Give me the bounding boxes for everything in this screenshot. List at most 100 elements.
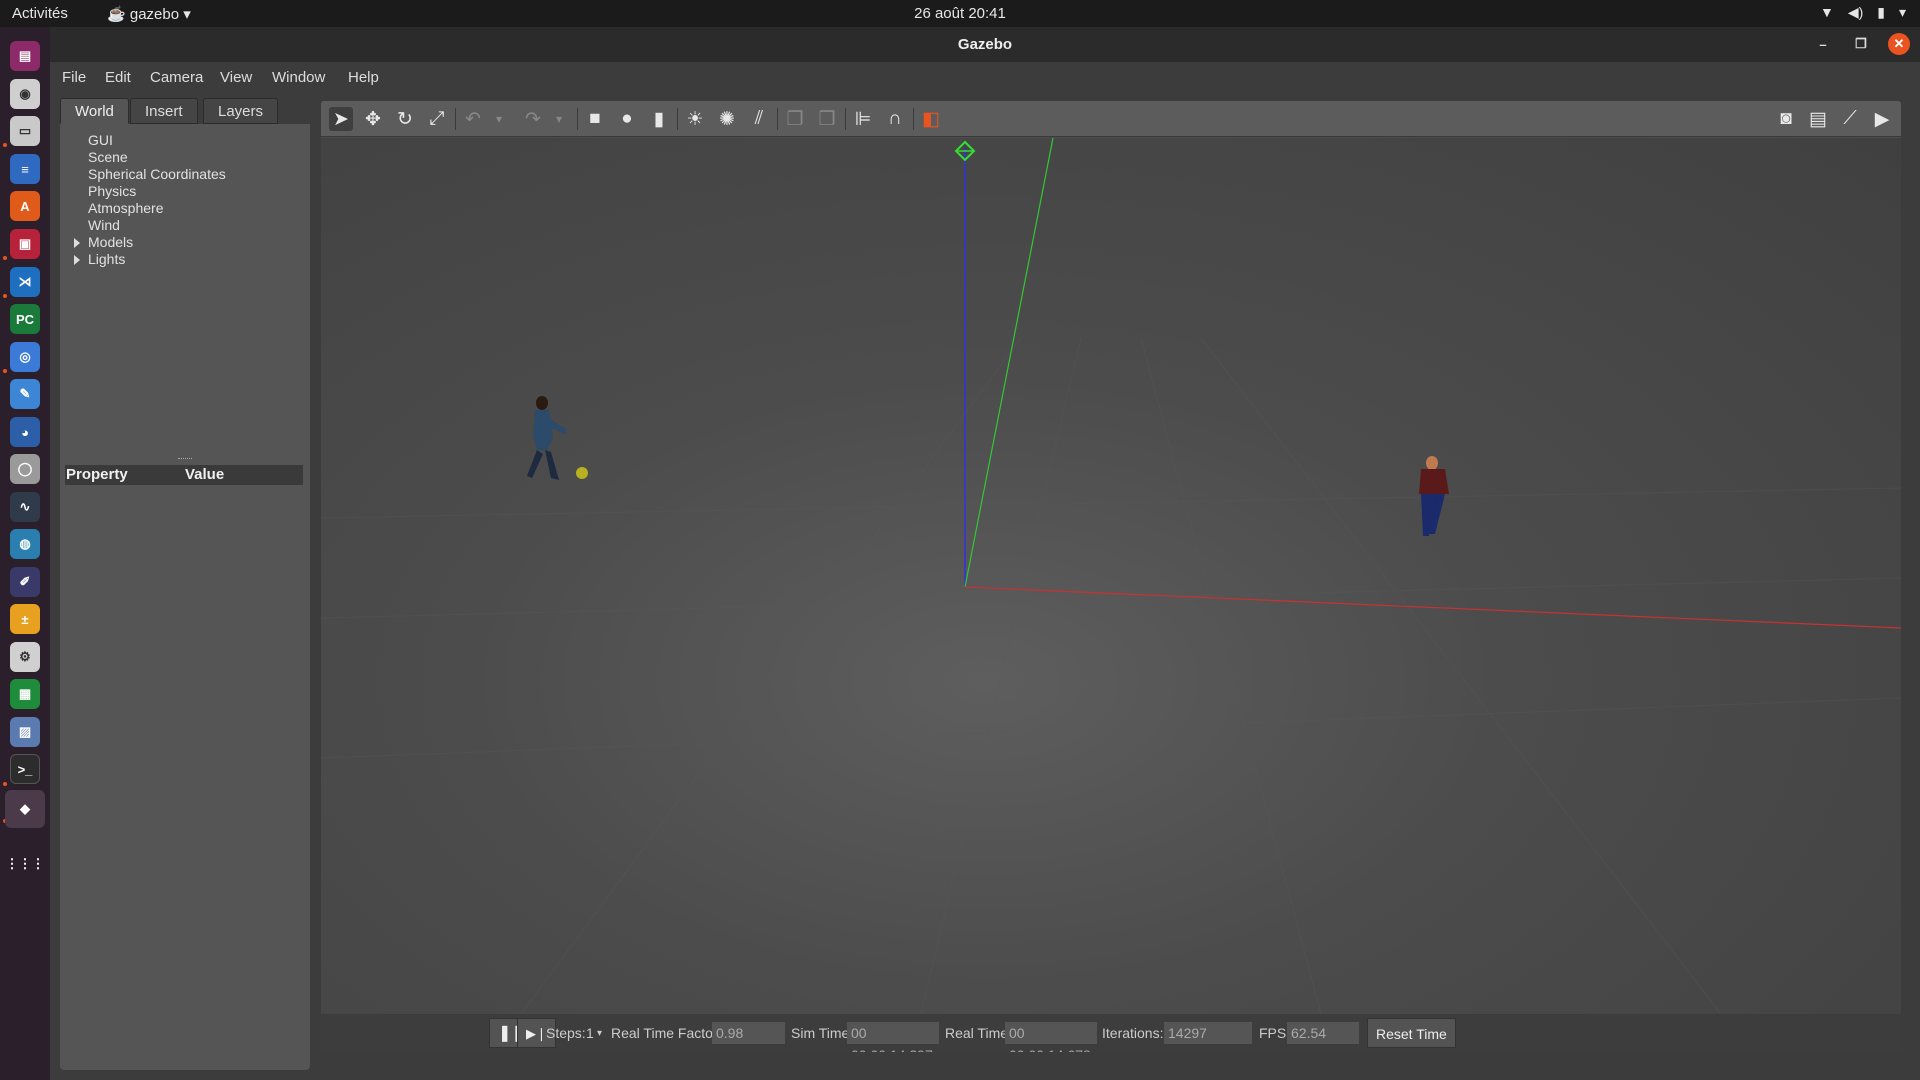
tree-item-scene[interactable]: Scene xyxy=(70,149,226,166)
terminal-icon[interactable]: >_ xyxy=(10,754,40,784)
redo-dropdown-icon[interactable]: ▾ xyxy=(547,107,571,131)
tab-layers[interactable]: Layers xyxy=(203,98,279,124)
world-tree: GUI Scene Spherical Coordinates Physics … xyxy=(70,132,226,268)
chat-icon[interactable]: ◯ xyxy=(10,454,40,484)
tree-item-models[interactable]: Models xyxy=(70,234,226,251)
actor-model-left[interactable] xyxy=(527,396,567,480)
tree-item-spherical-coordinates[interactable]: Spherical Coordinates xyxy=(70,166,226,183)
screenshot-icon[interactable]: ◙ xyxy=(1774,107,1798,131)
graphics-app-icon[interactable]: ✐ xyxy=(10,567,40,597)
menu-help[interactable]: Help xyxy=(348,69,379,86)
undo-dropdown-icon[interactable]: ▾ xyxy=(487,107,511,131)
sim-time-value: 00 00:00:14.297 xyxy=(847,1022,939,1052)
paste-icon[interactable]: ❒ xyxy=(815,107,839,131)
web-app-icon[interactable]: ◕ xyxy=(10,417,40,447)
writer-icon[interactable]: ≡ xyxy=(10,154,40,184)
network-tool-icon[interactable]: ◍ xyxy=(10,529,40,559)
point-light-icon[interactable]: ☀ xyxy=(683,107,707,131)
files-manager-icon[interactable]: ▤ xyxy=(10,41,40,71)
menu-file[interactable]: File xyxy=(62,69,86,86)
select-arrow-icon[interactable]: ➤ xyxy=(329,107,353,131)
vscode-icon[interactable]: ⋊ xyxy=(10,267,40,297)
settings-gear-icon[interactable]: ⚙ xyxy=(10,642,40,672)
app-icon: ☕ xyxy=(107,6,126,23)
y-axis-line xyxy=(964,137,1054,588)
actor-model-right[interactable] xyxy=(1419,456,1449,536)
view-angle-icon[interactable]: ◧ xyxy=(919,107,943,131)
expand-arrow-icon[interactable] xyxy=(74,238,80,248)
sim-time-label: Sim Time: xyxy=(791,1025,854,1041)
wifi-icon: ▼ xyxy=(1819,4,1834,20)
rotate-icon[interactable]: ↻ xyxy=(393,107,417,131)
box-icon[interactable]: ■ xyxy=(583,107,607,131)
tree-item-label: Spherical Coordinates xyxy=(88,166,226,182)
redo-icon[interactable]: ↷ xyxy=(521,107,545,131)
menu-edit[interactable]: Edit xyxy=(105,69,131,86)
system-monitor-icon[interactable]: ∿ xyxy=(10,492,40,522)
system-tray[interactable]: ▼ ◀) ▮ ▾ xyxy=(1820,4,1906,21)
steps-dropdown-icon[interactable]: ▾ xyxy=(597,1028,602,1039)
maximize-button[interactable]: ❐ xyxy=(1850,33,1872,55)
fps-label: FPS: xyxy=(1259,1025,1291,1041)
gazebo-icon[interactable]: ◆ xyxy=(5,790,45,828)
sphere-icon[interactable]: ● xyxy=(615,107,639,131)
panel-splitter-handle[interactable] xyxy=(178,458,192,460)
directional-light-icon[interactable]: ⫽ xyxy=(747,107,771,131)
copy-icon[interactable]: ❐ xyxy=(783,107,807,131)
align-icon[interactable]: ⊫ xyxy=(851,107,875,131)
toolbar: ➤ ✥ ↻ ⤢ ↶ ▾ ↷ ▾ ■ ● ▮ ☀ ✺ ⫽ ❐ ❒ ⊫ ∩ ◧ ◙ xyxy=(321,101,1901,137)
tree-item-gui[interactable]: GUI xyxy=(70,132,226,149)
tree-item-physics[interactable]: Physics xyxy=(70,183,226,200)
undo-icon[interactable]: ↶ xyxy=(461,107,485,131)
tree-item-lights[interactable]: Lights xyxy=(70,251,226,268)
tree-item-atmosphere[interactable]: Atmosphere xyxy=(70,200,226,217)
plot-icon[interactable]: ⟋ xyxy=(1838,107,1862,131)
settings-app-icon[interactable]: ◉ xyxy=(10,79,40,109)
scene-render[interactable] xyxy=(321,137,1901,1015)
menu-camera[interactable]: Camera xyxy=(150,69,203,86)
tree-item-wind[interactable]: Wind xyxy=(70,217,226,234)
log-icon[interactable]: ▤ xyxy=(1806,107,1830,131)
steps-value[interactable]: 1 xyxy=(586,1025,594,1041)
translate-icon[interactable]: ✥ xyxy=(361,107,385,131)
cylinder-icon[interactable]: ▮ xyxy=(647,107,671,131)
show-apps-icon[interactable]: ⋮⋮⋮ xyxy=(6,849,45,879)
scale-icon[interactable]: ⤢ xyxy=(425,107,449,131)
menu-view[interactable]: View xyxy=(220,69,252,86)
tree-item-label: GUI xyxy=(88,132,113,148)
dock: ▤ ◉ ▭ ≡ A ▣ ⋊ PC ◎ ✎ ◕ ◯ ∿ ◍ ✐ ± ⚙ ▦ ▨ >… xyxy=(0,27,50,1080)
gazebo-window: Gazebo – ❐ ✕ File Edit Camera View Windo… xyxy=(50,27,1920,1080)
app-menu[interactable]: ☕ gazebo ▾ xyxy=(107,5,191,23)
activities-button[interactable]: Activités xyxy=(12,5,68,22)
battery-icon: ▮ xyxy=(1877,4,1885,20)
tab-world[interactable]: World xyxy=(60,98,129,124)
spot-light-icon[interactable]: ✺ xyxy=(715,107,739,131)
rtf-label: Real Time Factor: xyxy=(611,1025,722,1041)
ball-model[interactable] xyxy=(576,467,588,479)
tab-insert[interactable]: Insert xyxy=(130,98,198,124)
chromium-icon[interactable]: ◎ xyxy=(10,342,40,372)
spreadsheet-icon[interactable]: ▦ xyxy=(10,679,40,709)
close-button[interactable]: ✕ xyxy=(1888,33,1910,55)
menu-window[interactable]: Window xyxy=(272,69,325,86)
running-indicator xyxy=(3,369,7,373)
property-header: Property xyxy=(66,466,128,483)
title-bar[interactable]: Gazebo – ❐ ✕ xyxy=(50,27,1920,62)
remote-desktop-icon[interactable]: ▨ xyxy=(10,717,40,747)
toolbar-separator xyxy=(845,108,846,130)
video-app-icon[interactable]: ▣ xyxy=(10,229,40,259)
software-center-icon[interactable]: A xyxy=(10,191,40,221)
running-indicator xyxy=(3,256,7,260)
calculator-icon[interactable]: ± xyxy=(10,604,40,634)
snap-icon[interactable]: ∩ xyxy=(883,107,907,131)
folder-icon[interactable]: ▭ xyxy=(10,116,40,146)
tree-item-label: Atmosphere xyxy=(88,200,164,216)
text-editor-icon[interactable]: ✎ xyxy=(10,379,40,409)
pycharm-icon[interactable]: PC xyxy=(10,304,40,334)
expand-arrow-icon[interactable] xyxy=(74,255,80,265)
clock[interactable]: 26 août 20:41 xyxy=(0,5,1920,22)
volume-icon: ◀) xyxy=(1847,4,1864,20)
minimize-button[interactable]: – xyxy=(1812,33,1834,55)
reset-time-button[interactable]: Reset Time xyxy=(1367,1018,1456,1048)
video-record-icon[interactable]: ▶ xyxy=(1870,107,1894,131)
